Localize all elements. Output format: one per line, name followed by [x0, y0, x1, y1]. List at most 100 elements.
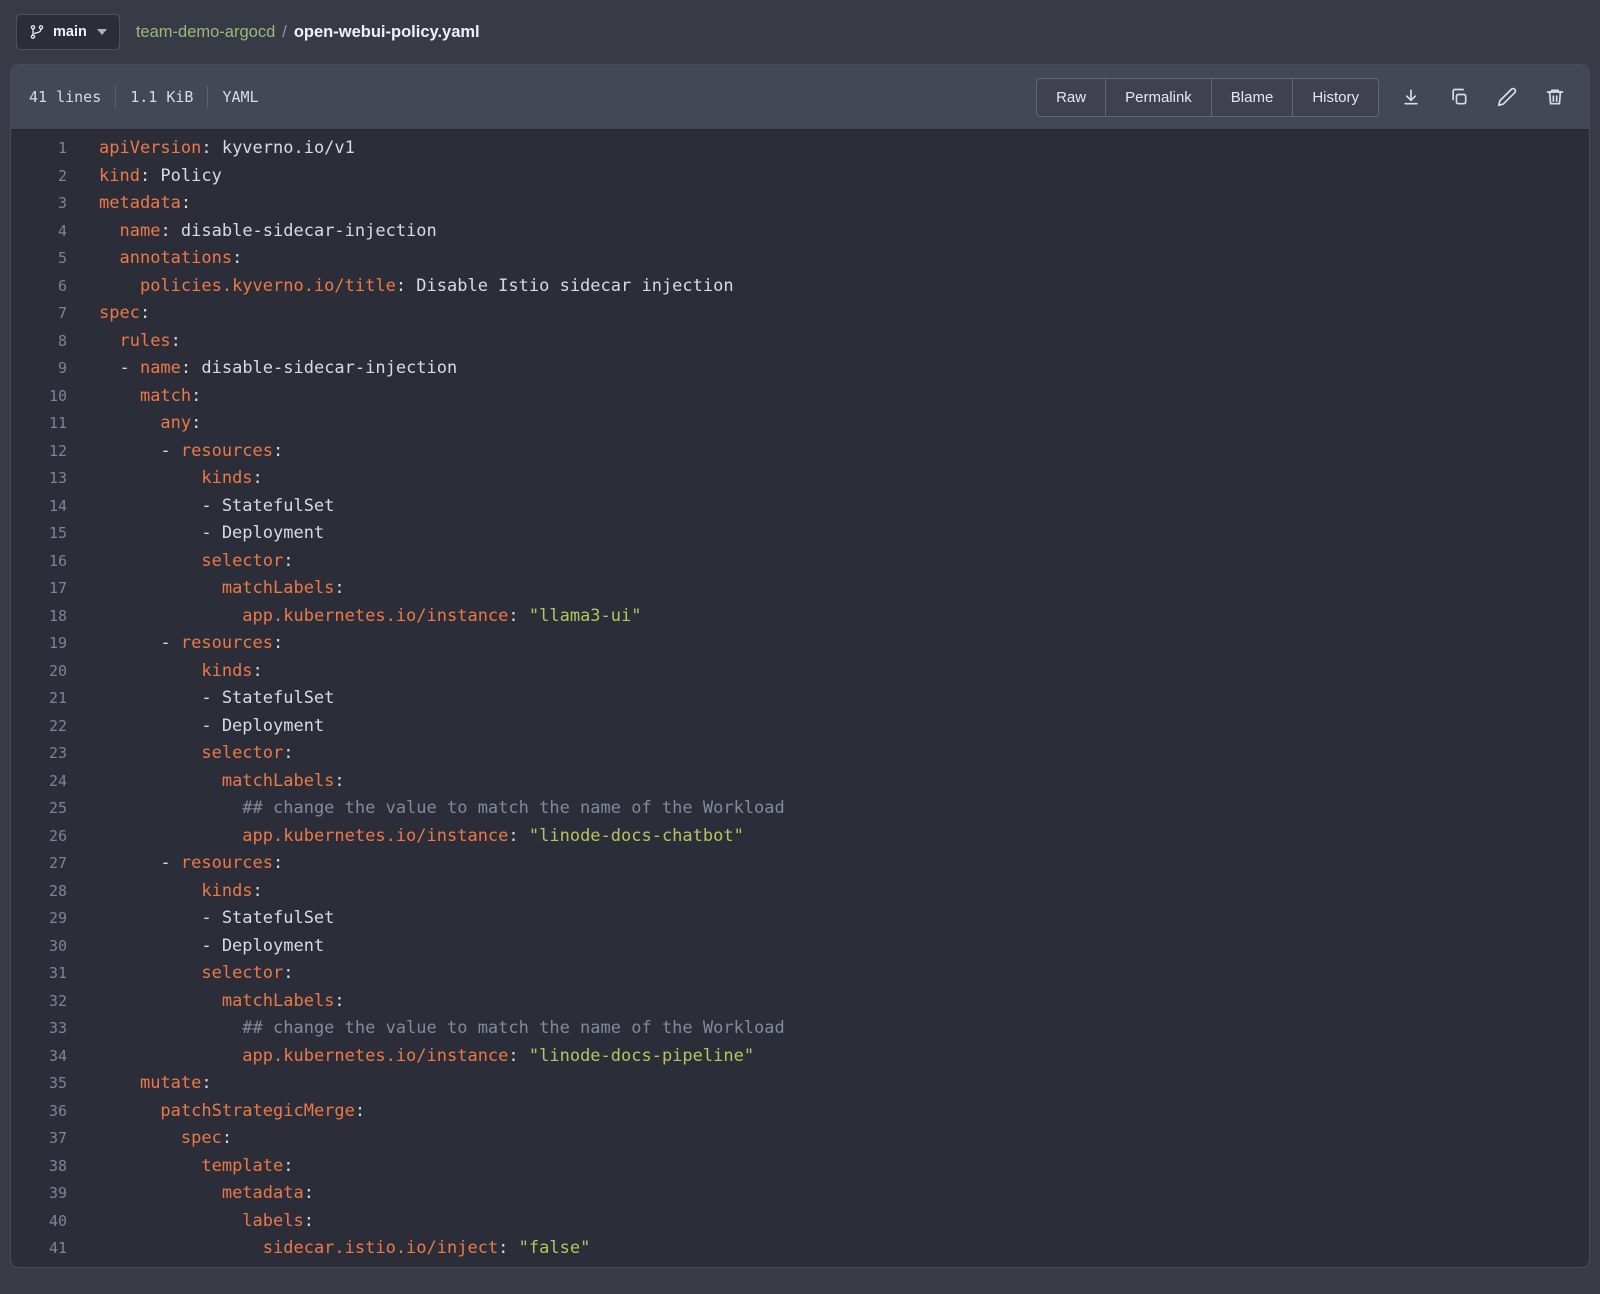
code-line-content: labels: — [67, 1208, 314, 1236]
chevron-down-icon — [97, 29, 107, 35]
line-number[interactable]: 30 — [11, 933, 67, 961]
code-line-content: name: disable-sidecar-injection — [67, 218, 437, 246]
line-number[interactable]: 39 — [11, 1180, 67, 1208]
code-line-content: ## change the value to match the name of… — [67, 795, 785, 823]
file-view-container: 41 lines 1.1 KiB YAML Raw Permalink Blam… — [10, 64, 1590, 1268]
code-line-content: policies.kyverno.io/title: Disable Istio… — [67, 273, 734, 301]
line-number[interactable]: 14 — [11, 493, 67, 521]
code-line-content: sidecar.istio.io/inject: "false" — [67, 1235, 590, 1263]
edit-file-button[interactable] — [1491, 81, 1523, 113]
code-line: 20 kinds: — [11, 658, 1589, 686]
code-line-content: ## change the value to match the name of… — [67, 1015, 785, 1043]
branch-selector-button[interactable]: main — [16, 14, 120, 50]
code-line-content: any: — [67, 410, 201, 438]
code-line: 30 - Deployment — [11, 933, 1589, 961]
line-number[interactable]: 38 — [11, 1153, 67, 1181]
line-number[interactable]: 8 — [11, 328, 67, 356]
line-number[interactable]: 40 — [11, 1208, 67, 1236]
line-number[interactable]: 16 — [11, 548, 67, 576]
line-number[interactable]: 35 — [11, 1070, 67, 1098]
line-number[interactable]: 28 — [11, 878, 67, 906]
code-line: 39 metadata: — [11, 1180, 1589, 1208]
code-line-content: kinds: — [67, 658, 263, 686]
line-number[interactable]: 24 — [11, 768, 67, 796]
code-line-content: spec: — [67, 300, 150, 328]
code-line: 14 - StatefulSet — [11, 493, 1589, 521]
code-line: 11 any: — [11, 410, 1589, 438]
code-line: 3metadata: — [11, 190, 1589, 218]
line-number[interactable]: 25 — [11, 795, 67, 823]
code-line: 32 matchLabels: — [11, 988, 1589, 1016]
line-number[interactable]: 37 — [11, 1125, 67, 1153]
code-line: 21 - StatefulSet — [11, 685, 1589, 713]
code-line: 25 ## change the value to match the name… — [11, 795, 1589, 823]
line-number[interactable]: 10 — [11, 383, 67, 411]
line-number[interactable]: 18 — [11, 603, 67, 631]
code-line-content: - resources: — [67, 850, 283, 878]
download-button[interactable] — [1395, 81, 1427, 113]
breadcrumb-repo-link[interactable]: team-demo-argocd — [136, 23, 275, 42]
line-number[interactable]: 41 — [11, 1235, 67, 1263]
line-number[interactable]: 15 — [11, 520, 67, 548]
code-line-content: - StatefulSet — [67, 905, 334, 933]
line-number[interactable]: 9 — [11, 355, 67, 383]
code-line-content: - StatefulSet — [67, 685, 334, 713]
code-line: 26 app.kubernetes.io/instance: "linode-d… — [11, 823, 1589, 851]
line-number[interactable]: 1 — [11, 135, 67, 163]
file-actions: Raw Permalink Blame History — [1036, 78, 1571, 117]
download-icon — [1401, 87, 1421, 107]
code-line: 37 spec: — [11, 1125, 1589, 1153]
line-number[interactable]: 12 — [11, 438, 67, 466]
code-line-content: - Deployment — [67, 520, 324, 548]
line-number[interactable]: 3 — [11, 190, 67, 218]
code-line: 9 - name: disable-sidecar-injection — [11, 355, 1589, 383]
line-number[interactable]: 23 — [11, 740, 67, 768]
line-number[interactable]: 22 — [11, 713, 67, 741]
line-number[interactable]: 34 — [11, 1043, 67, 1071]
line-number[interactable]: 4 — [11, 218, 67, 246]
code-line: 33 ## change the value to match the name… — [11, 1015, 1589, 1043]
code-line: 31 selector: — [11, 960, 1589, 988]
file-action-button-group: Raw Permalink Blame History — [1036, 78, 1379, 117]
line-number[interactable]: 17 — [11, 575, 67, 603]
code-line: 8 rules: — [11, 328, 1589, 356]
line-number[interactable]: 20 — [11, 658, 67, 686]
line-number[interactable]: 6 — [11, 273, 67, 301]
code-line: 36 patchStrategicMerge: — [11, 1098, 1589, 1126]
file-header: 41 lines 1.1 KiB YAML Raw Permalink Blam… — [11, 65, 1589, 130]
line-number[interactable]: 21 — [11, 685, 67, 713]
code-line: 24 matchLabels: — [11, 768, 1589, 796]
code-line: 16 selector: — [11, 548, 1589, 576]
line-number[interactable]: 7 — [11, 300, 67, 328]
code-line: 7spec: — [11, 300, 1589, 328]
history-button[interactable]: History — [1292, 79, 1378, 116]
line-number[interactable]: 11 — [11, 410, 67, 438]
line-number[interactable]: 32 — [11, 988, 67, 1016]
line-number[interactable]: 5 — [11, 245, 67, 273]
breadcrumb: team-demo-argocd / open-webui-policy.yam… — [136, 23, 480, 42]
code-line-content: patchStrategicMerge: — [67, 1098, 365, 1126]
code-lines: 1apiVersion: kyverno.io/v12kind: Policy3… — [11, 130, 1589, 1268]
line-number[interactable]: 33 — [11, 1015, 67, 1043]
delete-file-button[interactable] — [1539, 81, 1571, 113]
line-number[interactable]: 29 — [11, 905, 67, 933]
permalink-button[interactable]: Permalink — [1105, 79, 1211, 116]
line-number[interactable]: 36 — [11, 1098, 67, 1126]
line-number[interactable]: 13 — [11, 465, 67, 493]
code-line: 15 - Deployment — [11, 520, 1589, 548]
line-number[interactable]: 31 — [11, 960, 67, 988]
line-number[interactable]: 2 — [11, 163, 67, 191]
code-line-content: metadata: — [67, 1180, 314, 1208]
raw-button[interactable]: Raw — [1037, 79, 1105, 116]
code-line-content: metadata: — [67, 190, 191, 218]
breadcrumb-separator: / — [275, 23, 294, 42]
code-line-content: selector: — [67, 740, 294, 768]
blame-button[interactable]: Blame — [1211, 79, 1293, 116]
line-number[interactable]: 27 — [11, 850, 67, 878]
file-language-badge: YAML — [222, 88, 258, 106]
line-number[interactable]: 19 — [11, 630, 67, 658]
copy-content-button[interactable] — [1443, 81, 1475, 113]
line-number[interactable]: 26 — [11, 823, 67, 851]
code-line-content: matchLabels: — [67, 768, 345, 796]
code-line-content: - resources: — [67, 630, 283, 658]
